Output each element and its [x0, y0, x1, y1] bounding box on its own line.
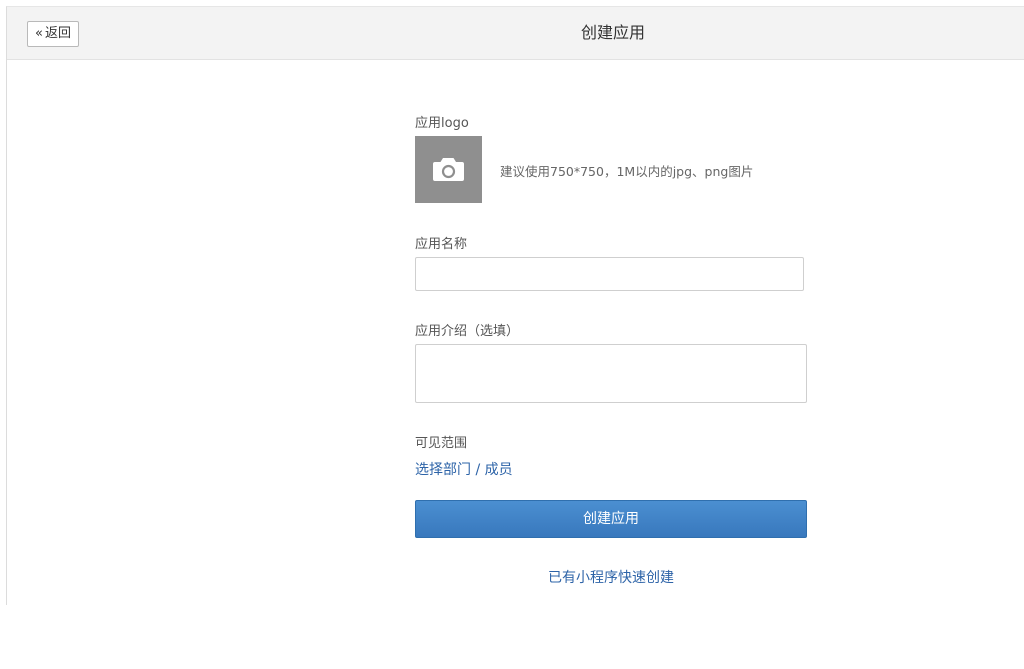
- app-name-input[interactable]: [415, 257, 804, 291]
- logo-label: 应用logo: [415, 116, 469, 131]
- app-window: «返回 创建应用 应用logo 建议使用750*750，1M以内的jpg、png…: [6, 6, 1024, 605]
- select-members-link[interactable]: 选择部门 / 成员: [415, 459, 513, 479]
- back-button-label: 返回: [44, 26, 71, 41]
- double-chevron-left-icon: «: [35, 26, 43, 41]
- logo-upload-button[interactable]: [415, 136, 482, 203]
- app-description-input[interactable]: [415, 344, 807, 403]
- logo-hint: 建议使用750*750，1M以内的jpg、png图片: [500, 164, 754, 179]
- name-label: 应用名称: [415, 237, 468, 252]
- camera-icon: [433, 158, 464, 181]
- visibility-label: 可见范围: [415, 436, 468, 451]
- title-bar: «返回 创建应用: [7, 7, 1024, 60]
- page-title: 创建应用: [580, 23, 645, 42]
- description-label: 应用介绍（选填）: [415, 324, 520, 339]
- create-app-button[interactable]: 创建应用: [415, 500, 807, 538]
- back-button[interactable]: «返回: [27, 21, 79, 47]
- quick-create-miniprogram-link[interactable]: 已有小程序快速创建: [415, 567, 807, 587]
